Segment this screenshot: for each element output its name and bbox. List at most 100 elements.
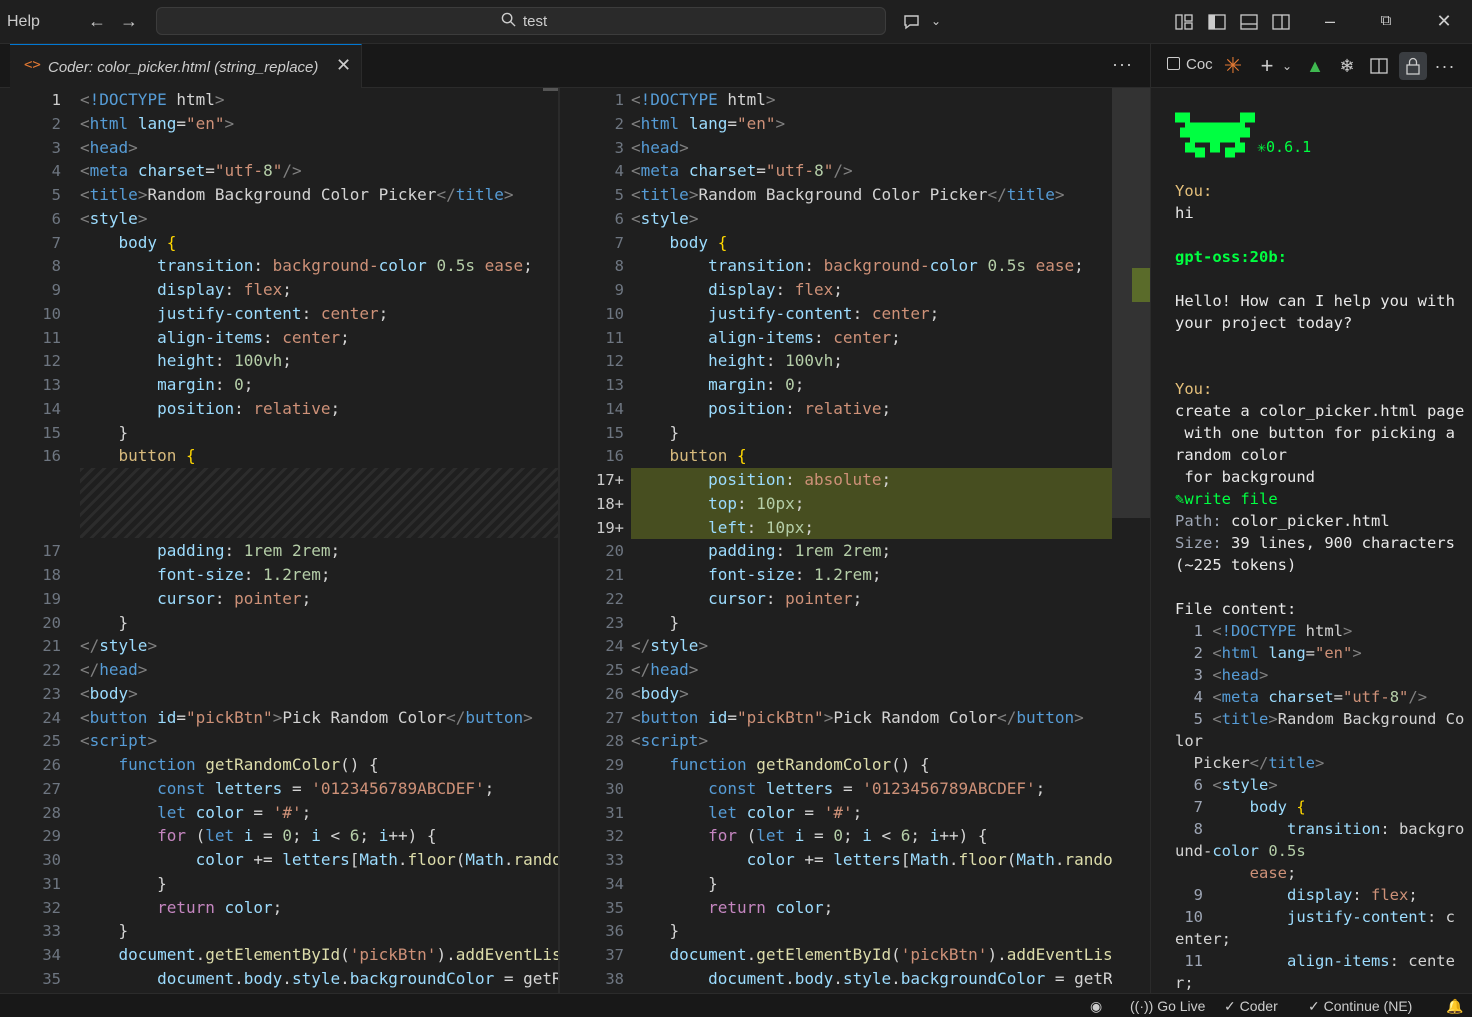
menu-help[interactable]: Help <box>7 13 40 31</box>
code-line: } <box>80 612 129 632</box>
more-actions-icon[interactable]: ··· <box>1433 54 1457 78</box>
line-number: 17+ <box>596 471 624 489</box>
line-number: 5 <box>614 186 624 204</box>
tool-call: ✎write file <box>1175 490 1278 508</box>
file-preview-line: und-color 0.5s <box>1175 842 1306 860</box>
user-message-line: with one button for picking a <box>1175 424 1455 442</box>
code-line: height: 100vh; <box>708 351 843 371</box>
code-line: <button id="pickBtn">Pick Random Color</… <box>631 707 1084 727</box>
code-line: color += letters[Math.floor(Math.rando <box>746 850 1112 869</box>
line-number: 34 <box>42 946 61 964</box>
overview-ruler[interactable] <box>1112 88 1150 993</box>
continue-status[interactable]: ✓ Continue (NE) <box>1308 998 1412 1015</box>
line-number: 1 <box>614 91 624 109</box>
go-live-button[interactable]: ((·)) Go Live <box>1130 998 1205 1014</box>
toggle-panel-icon[interactable] <box>1239 12 1259 32</box>
code-line: left: 10px; <box>708 517 815 537</box>
more-actions-icon[interactable]: ··· <box>1112 54 1133 75</box>
code-line: </style> <box>631 636 709 656</box>
layout-customize-icon[interactable] <box>1174 12 1194 32</box>
size-value: 39 lines, 900 characters <box>1231 534 1455 552</box>
code-line: return color; <box>708 897 834 917</box>
line-number: 19 <box>42 589 61 608</box>
file-preview-line: 1 <!DOCTYPE html> <box>1175 622 1353 640</box>
scroll-slider[interactable] <box>1112 88 1150 518</box>
file-preview-line: 8 transition: backgro <box>1175 820 1465 838</box>
back-arrow-icon[interactable]: ← <box>85 10 109 34</box>
line-number: 2 <box>51 114 61 133</box>
minimize-icon[interactable]: – <box>1318 9 1342 33</box>
code-line: } <box>631 422 680 442</box>
scrollbar-thumb[interactable] <box>543 88 558 91</box>
code-line: } <box>80 873 167 893</box>
diff-modified-pane[interactable]: 1 2 3 4 5 6 7 8 9 10 11 12 13 14 15 16 17+ 18+ 19+ 20 21 22 23… <box>560 88 1112 993</box>
coder-status[interactable]: ✓ Coder <box>1224 998 1278 1015</box>
file-preview-line: 10 justify-content: c <box>1175 908 1455 926</box>
split-editor-icon[interactable] <box>1369 56 1389 76</box>
restore-icon[interactable]: ⧉ <box>1374 9 1398 33</box>
version-label: ✳0.6.1 <box>1257 138 1312 156</box>
editor-tab-diff[interactable]: <> Coder: color_picker.html (string_repl… <box>10 44 362 88</box>
file-preview-line: 4 <meta charset="utf-8"/> <box>1175 688 1428 706</box>
code-line: document.body.style.backgroundColor = ge… <box>708 968 1112 988</box>
close-icon[interactable]: ✕ <box>1432 9 1456 33</box>
line-number: 8 <box>614 257 624 276</box>
code-line: button { <box>669 446 747 466</box>
chat-tab-label: Coc <box>1186 56 1213 73</box>
chevron-down-icon[interactable]: ⌄ <box>1275 54 1299 78</box>
search-text: test <box>523 13 548 30</box>
copilot-icon[interactable]: ◉ <box>1090 998 1102 1015</box>
line-number: 24 <box>42 708 61 727</box>
code-line: button { <box>118 446 196 466</box>
snowflake-icon[interactable]: ❄ <box>1335 54 1359 78</box>
title-bar: Help ← → test ⌄ – ⧉ ✕ <box>0 0 1472 44</box>
bell-icon[interactable]: 🔔 <box>1446 998 1463 1015</box>
code-line: position: relative; <box>708 398 892 418</box>
file-preview-line: 7 body { <box>1175 798 1306 816</box>
path-value: color_picker.html <box>1231 512 1390 530</box>
line-number: 21 <box>42 637 61 656</box>
chat-tab[interactable]: Coc <box>1167 56 1213 73</box>
code-line: <body> <box>80 683 138 703</box>
code-line: function getRandomColor() { <box>669 755 930 774</box>
diff-original-pane[interactable]: 1 2 3 4 5 6 7 8 9 10 11 12 13 14 15 16 17 18 19 20 21 22 23 24 2… <box>0 88 558 993</box>
line-number: 1 <box>51 91 61 109</box>
line-number: 29 <box>42 827 61 846</box>
continue-label: Continue (NE) <box>1323 998 1413 1014</box>
line-number: 35 <box>605 898 624 917</box>
command-center-search[interactable]: test <box>156 7 886 35</box>
code-line: } <box>80 422 129 442</box>
line-number: 15 <box>42 423 61 442</box>
code-line: padding: 1rem 2rem; <box>157 541 341 561</box>
tab-close-icon[interactable]: ✕ <box>336 55 351 76</box>
user-message-line: create a color_picker.html page <box>1175 402 1465 420</box>
chevron-down-icon[interactable]: ⌄ <box>924 10 948 34</box>
toggle-primary-sidebar-icon[interactable] <box>1207 12 1227 32</box>
sparkle-icon[interactable]: ✳ <box>1221 54 1245 78</box>
line-number: 14 <box>42 399 61 418</box>
code-line: body { <box>669 232 728 252</box>
line-number: 15 <box>605 423 624 442</box>
chat-toggle-icon[interactable] <box>902 12 922 32</box>
user-label: You: <box>1175 380 1213 398</box>
code-line: document.getElementById('pickBtn').addEv… <box>669 945 1112 964</box>
line-number: 7 <box>51 233 61 252</box>
line-number: 22 <box>42 661 61 679</box>
code-line: <!DOCTYPE html> <box>631 90 776 109</box>
file-preview-line: 3 <head> <box>1175 666 1269 684</box>
lock-button[interactable] <box>1399 52 1427 80</box>
line-number: 32 <box>605 827 624 846</box>
code-line: cursor: pointer; <box>157 588 312 608</box>
file-content-label: File content: <box>1175 600 1297 618</box>
user-message-line: for background <box>1175 468 1315 486</box>
frog-icon[interactable]: ▲ <box>1303 54 1327 78</box>
diff-removed-placeholder <box>80 468 558 538</box>
tab-label: Coder: color_picker.html (string_replace… <box>48 59 319 76</box>
code-line: } <box>631 612 680 632</box>
line-number: 22 <box>605 589 624 608</box>
code-line: let color = '#'; <box>708 802 863 822</box>
code-line: transition: background-color 0.5s ease; <box>708 256 1084 276</box>
code-line: display: flex; <box>157 280 292 299</box>
toggle-secondary-sidebar-icon[interactable] <box>1271 12 1291 32</box>
forward-arrow-icon[interactable]: → <box>117 10 141 34</box>
